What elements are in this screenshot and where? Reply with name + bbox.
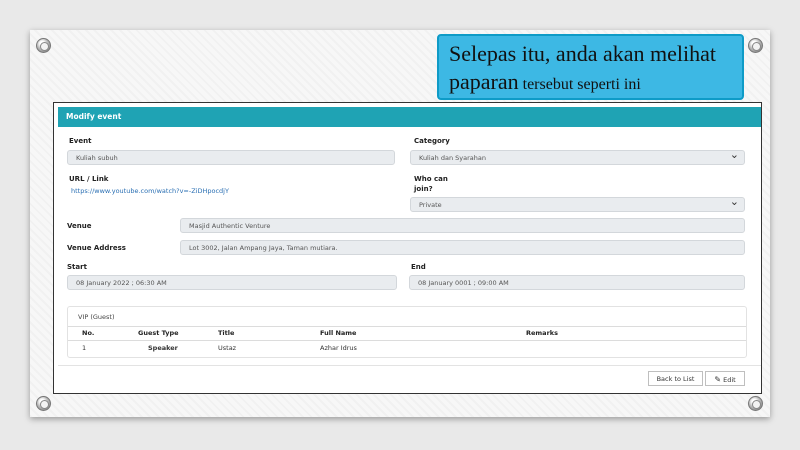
end-field[interactable]: 08 January 0001 ; 09:00 AM [409,275,745,290]
col-header-remarks: Remarks [526,329,558,337]
screw-icon-bottom-left [36,396,51,411]
category-select[interactable]: Kuliah dan Syarahan [410,147,745,165]
cell-no: 1 [82,344,87,352]
vip-title: VIP (Guest) [78,313,115,321]
cell-title: Ustaz [218,344,237,352]
callout-line-2: paparan tersebut seperti ini [449,68,742,99]
url-link[interactable]: https://www.youtube.com/watch?v=-ZiDHpoc… [71,187,229,195]
vip-guest-table: VIP (Guest) No. Guest Type Title Full Na… [67,306,747,358]
back-to-list-button[interactable]: Back to List [648,371,703,386]
category-label: Category [414,137,450,145]
start-field[interactable]: 08 January 2022 ; 06:30 AM [67,275,397,290]
instruction-callout: Selepas itu, anda akan melihat paparan t… [437,34,744,100]
screw-icon-top-left [36,38,51,53]
col-header-guest-type: Guest Type [138,329,179,337]
callout-rest: tersebut seperti ini [518,76,641,93]
col-header-full-name: Full Name [320,329,357,337]
event-label: Event [69,137,92,145]
edit-button[interactable]: ✎ Edit [705,371,745,386]
edit-label: Edit [723,376,736,384]
venue-address-label: Venue Address [67,244,126,252]
url-label: URL / Link [69,175,109,183]
who-label-line-1: Who can [414,175,448,183]
callout-line-1: Selepas itu, anda akan melihat [449,41,716,66]
col-header-no: No. [82,329,95,337]
vip-divider [68,326,746,327]
who-can-join-select[interactable]: Private [410,194,745,212]
callout-word: paparan [449,69,519,94]
col-header-title: Title [218,329,235,337]
footer-divider [58,365,761,366]
vip-header-divider [68,340,746,341]
venue-address-field[interactable]: Lot 3002, Jalan Ampang Jaya, Taman mutia… [180,240,745,255]
cell-full-name: Azhar Idrus [320,344,357,352]
event-field[interactable]: Kuliah subuh [67,150,395,165]
edit-icon: ✎ [714,375,722,384]
venue-label: Venue [67,222,92,230]
modify-event-panel: Modify event Event Kuliah subuh Category… [53,102,762,394]
venue-field[interactable]: Masjid Authentic Venture [180,218,745,233]
screw-icon-top-right [748,38,763,53]
cell-guest-type: Speaker [148,344,178,352]
start-label: Start [67,263,87,271]
screw-icon-bottom-right [748,396,763,411]
who-label-line-2: join? [414,185,433,193]
panel-title: Modify event [58,107,761,127]
end-label: End [411,263,426,271]
